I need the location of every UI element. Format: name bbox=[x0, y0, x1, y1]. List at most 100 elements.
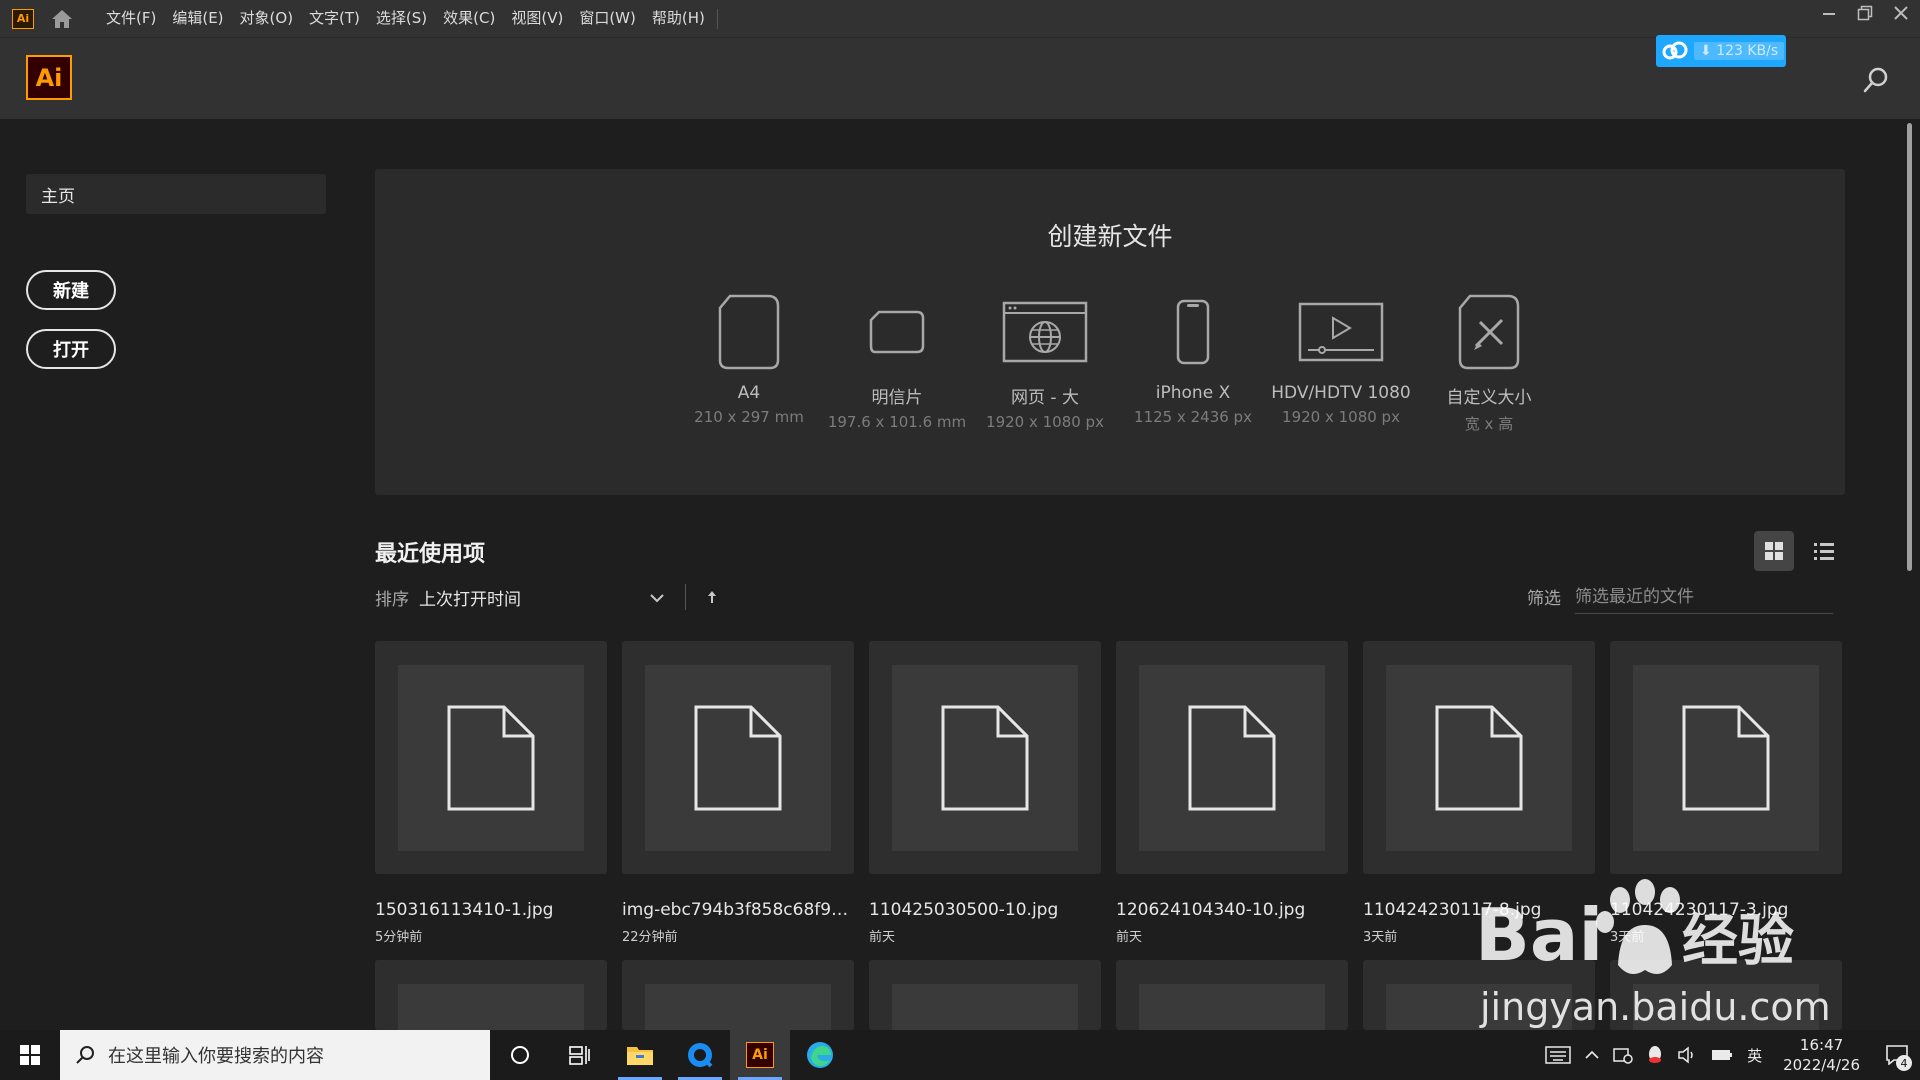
file-thumbnail[interactable] bbox=[1363, 641, 1595, 874]
restore-icon[interactable] bbox=[1854, 2, 1876, 24]
edge-icon[interactable] bbox=[790, 1030, 850, 1080]
menu-type[interactable]: 文字(T) bbox=[301, 0, 368, 37]
preset-hdtv[interactable]: HDV/HDTV 1080 1920 x 1080 px bbox=[1267, 293, 1415, 434]
file-card[interactable]: 110424230117-8.jpg 3天前 bbox=[1363, 641, 1595, 945]
menu-object[interactable]: 对象(O) bbox=[232, 0, 302, 37]
create-title: 创建新文件 bbox=[1047, 222, 1173, 251]
file-thumbnail[interactable] bbox=[375, 641, 607, 874]
file-card[interactable]: img-ebc794b3f858c68f92d3... 22分钟前 bbox=[622, 641, 854, 945]
taskbar-clock[interactable]: 16:47 2022/4/26 bbox=[1769, 1035, 1874, 1075]
grid-view-icon[interactable] bbox=[1754, 531, 1794, 571]
document-icon bbox=[701, 293, 797, 371]
sort-select[interactable]: 上次打开时间 bbox=[419, 585, 649, 610]
app-header: Ai ⬇ 123 KB/s bbox=[0, 35, 1920, 119]
qq-icon[interactable] bbox=[1640, 1030, 1670, 1080]
file-thumbnail[interactable] bbox=[1116, 641, 1348, 874]
search-icon bbox=[76, 1046, 94, 1064]
chevron-down-icon[interactable] bbox=[649, 588, 665, 607]
keyboard-icon[interactable] bbox=[1538, 1030, 1578, 1080]
menu-effect[interactable]: 效果(C) bbox=[435, 0, 503, 37]
file-icon bbox=[1682, 705, 1770, 810]
battery-icon[interactable] bbox=[1704, 1030, 1740, 1080]
chevron-up-icon[interactable] bbox=[1578, 1030, 1606, 1080]
illustrator-icon: Ai bbox=[746, 1042, 774, 1068]
create-new-panel: 创建新文件 A4 210 x 297 mm 明信片 197.6 x 101.6 … bbox=[375, 169, 1845, 495]
file-card[interactable]: 150316113410-1.jpg 5分钟前 bbox=[375, 641, 607, 945]
scrollbar-thumb[interactable] bbox=[1907, 123, 1912, 571]
recent-title: 最近使用项 bbox=[375, 542, 486, 567]
file-icon bbox=[941, 705, 1029, 810]
download-speed-badge[interactable]: ⬇ 123 KB/s bbox=[1656, 35, 1786, 67]
file-card[interactable]: 110424230117-3.jpg 3天前 bbox=[1610, 641, 1842, 945]
filter-input[interactable] bbox=[1575, 580, 1833, 614]
file-card[interactable] bbox=[1116, 960, 1348, 1030]
clock-date: 2022/4/26 bbox=[1783, 1056, 1860, 1074]
download-speed: ⬇ 123 KB/s bbox=[1694, 42, 1785, 60]
file-icon bbox=[694, 705, 782, 810]
preset-a4[interactable]: A4 210 x 297 mm bbox=[675, 293, 823, 434]
app-logo: Ai bbox=[26, 55, 72, 100]
file-card[interactable] bbox=[1610, 960, 1842, 1030]
close-icon[interactable] bbox=[1890, 2, 1912, 24]
menu-divider bbox=[716, 8, 718, 29]
file-card[interactable] bbox=[869, 960, 1101, 1030]
file-card[interactable] bbox=[622, 960, 854, 1030]
sort-direction-icon[interactable] bbox=[704, 589, 720, 605]
sort-label: 排序 bbox=[375, 589, 409, 610]
security-icon[interactable] bbox=[1606, 1030, 1640, 1080]
preset-iphone-x[interactable]: iPhone X 1125 x 2436 px bbox=[1119, 293, 1267, 434]
volume-icon[interactable] bbox=[1670, 1030, 1704, 1080]
file-time: 3天前 bbox=[1610, 930, 1645, 945]
illustrator-taskbar-icon[interactable]: Ai bbox=[730, 1030, 790, 1080]
menu-help[interactable]: 帮助(H) bbox=[644, 0, 713, 37]
system-tray: 英 16:47 2022/4/26 4 bbox=[1538, 1030, 1920, 1080]
minimize-icon[interactable] bbox=[1818, 2, 1840, 24]
file-card[interactable]: 120624104340-10.jpg 前天 bbox=[1116, 641, 1348, 945]
windows-start-icon[interactable] bbox=[0, 1030, 60, 1080]
file-name: img-ebc794b3f858c68f92d3... bbox=[622, 900, 854, 920]
menu-edit[interactable]: 编辑(E) bbox=[164, 0, 231, 37]
notification-icon[interactable]: 4 bbox=[1874, 1030, 1920, 1080]
taskbar-search[interactable]: 在这里输入你要搜索的内容 bbox=[60, 1030, 490, 1080]
recent-files-grid: 150316113410-1.jpg 5分钟前 img-ebc794b3f858… bbox=[375, 641, 1845, 1030]
taskbar-search-placeholder: 在这里输入你要搜索的内容 bbox=[108, 1046, 324, 1067]
menu-window[interactable]: 窗口(W) bbox=[571, 0, 644, 37]
file-time: 前天 bbox=[1116, 930, 1143, 945]
window-controls bbox=[1818, 0, 1912, 26]
scrollbar[interactable] bbox=[1904, 121, 1914, 1026]
file-name: 120624104340-10.jpg bbox=[1116, 900, 1306, 920]
sidebar-item-home[interactable]: 主页 bbox=[26, 174, 326, 214]
file-card[interactable]: 110425030500-10.jpg 前天 bbox=[869, 641, 1101, 945]
filter-label: 筛选 bbox=[1527, 589, 1561, 609]
menu-bar: Ai 文件(F) 编辑(E) 对象(O) 文字(T) 选择(S) 效果(C) 视… bbox=[0, 0, 1920, 37]
file-card[interactable] bbox=[1363, 960, 1595, 1030]
open-button[interactable]: 打开 bbox=[26, 329, 116, 369]
file-icon bbox=[447, 705, 535, 810]
new-button[interactable]: 新建 bbox=[26, 270, 116, 310]
browser-icon[interactable] bbox=[670, 1030, 730, 1080]
menu-file[interactable]: 文件(F) bbox=[98, 0, 164, 37]
file-card[interactable] bbox=[375, 960, 607, 1030]
list-view-icon[interactable] bbox=[1804, 531, 1844, 571]
menu-items: 文件(F) 编辑(E) 对象(O) 文字(T) 选择(S) 效果(C) 视图(V… bbox=[98, 0, 713, 37]
file-name: 110425030500-10.jpg bbox=[869, 900, 1059, 920]
file-thumbnail[interactable] bbox=[1610, 641, 1842, 874]
preset-postcard[interactable]: 明信片 197.6 x 101.6 mm bbox=[823, 293, 971, 434]
notification-count: 4 bbox=[1896, 1055, 1912, 1071]
file-icon bbox=[1435, 705, 1523, 810]
file-thumbnail[interactable] bbox=[869, 641, 1101, 874]
file-explorer-icon[interactable] bbox=[610, 1030, 670, 1080]
preset-custom-size[interactable]: 自定义大小 宽 x 高 bbox=[1415, 293, 1563, 434]
preset-web-large[interactable]: 网页 - 大 1920 x 1080 px bbox=[971, 293, 1119, 434]
menu-view[interactable]: 视图(V) bbox=[503, 0, 571, 37]
file-time: 5分钟前 bbox=[375, 930, 423, 945]
menu-select[interactable]: 选择(S) bbox=[368, 0, 435, 37]
sort-row: 排序 上次打开时间 bbox=[375, 584, 720, 610]
home-icon[interactable] bbox=[48, 5, 76, 33]
cortana-icon[interactable] bbox=[490, 1030, 550, 1080]
ime-indicator[interactable]: 英 bbox=[1740, 1030, 1769, 1080]
file-time: 3天前 bbox=[1363, 930, 1398, 945]
task-view-icon[interactable] bbox=[550, 1030, 610, 1080]
search-icon[interactable] bbox=[1860, 64, 1892, 96]
file-thumbnail[interactable] bbox=[622, 641, 854, 874]
